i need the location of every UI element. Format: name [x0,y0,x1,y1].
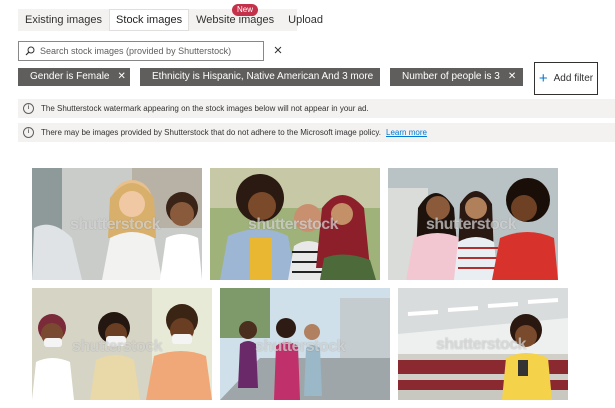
filter-chip-ethnicity[interactable]: Ethnicity is Hispanic, Native American A… [140,68,390,86]
info-text: There may be images provided by Shutters… [41,128,382,137]
watermark-text: shutterstock [255,338,346,355]
filter-chip-label: Number of people is 3 [402,71,500,82]
tab-upload[interactable]: Upload [281,9,330,31]
add-filter-label: Add filter [553,73,594,84]
tab-stock-images[interactable]: Stock images [109,9,190,31]
watermark-text: shutterstock [70,216,161,233]
info-text: The Shutterstock watermark appearing on … [41,104,369,113]
filter-chip-label: Ethnicity is Hispanic, Native American A… [152,71,374,82]
filter-chip-gender[interactable]: Gender is Female ✕ [18,68,130,86]
clear-search-icon[interactable] [271,43,285,57]
stock-search-box [18,41,264,61]
policy-info-bar: i There may be images provided by Shutte… [18,123,615,142]
remove-filter-icon[interactable]: ✕ [117,72,125,82]
tab-existing-images[interactable]: Existing images [18,9,109,31]
watermark-text: shutterstock [248,216,339,233]
stock-image-3[interactable]: shutterstock [388,168,558,280]
search-icon [25,46,35,56]
new-badge: New [232,4,259,16]
filter-chip-people-count[interactable]: Number of people is 3 ✕ [390,68,523,86]
remove-filter-icon[interactable]: ✕ [508,72,516,82]
watermark-text: shutterstock [426,216,517,233]
watermark-info-bar: i The Shutterstock watermark appearing o… [18,99,615,118]
info-icon: i [23,127,34,138]
remove-filter-icon[interactable]: ✕ [381,72,389,82]
stock-image-5[interactable]: shutterstock [220,288,390,400]
filter-chip-label: Gender is Female [30,71,110,82]
stock-image-4[interactable]: shutterstock [32,288,212,400]
info-icon: i [23,103,34,114]
stock-image-6[interactable]: shutterstock [398,288,568,400]
learn-more-link[interactable]: Learn more [386,128,427,137]
stock-image-2[interactable]: shutterstock [210,168,380,280]
search-input[interactable] [40,46,250,56]
watermark-text: shutterstock [436,336,527,353]
stock-image-1[interactable]: shutterstock [32,168,202,280]
plus-icon: + [538,70,548,87]
watermark-text: shutterstock [72,338,163,355]
add-filter-button[interactable]: + Add filter [534,62,598,95]
